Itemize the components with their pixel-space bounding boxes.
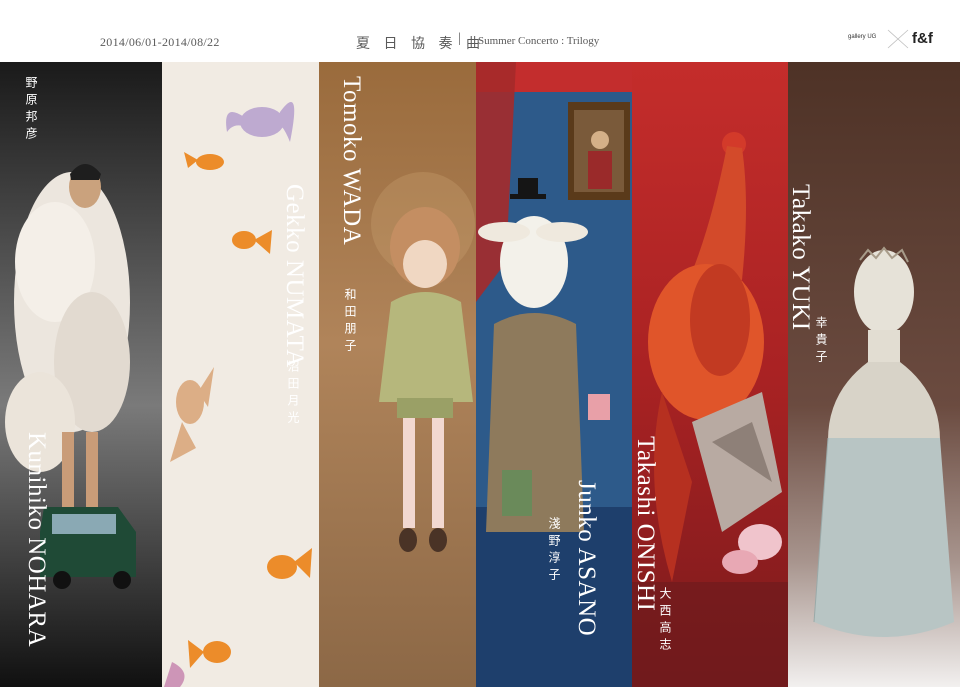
cross-divider-icon xyxy=(887,29,909,49)
fnf-logo: f&f xyxy=(912,30,933,47)
exhibition-dates: 2014/06/01-2014/08/22 xyxy=(100,35,220,49)
artist-panel-asano: Junko ASANO 淺野淳子 xyxy=(476,62,632,687)
artist-panel-yuki: Takako YUKI 幸貴子 xyxy=(788,62,960,687)
artist-panel-wada: Tomoko WADA 和田朋子 xyxy=(319,62,476,687)
goat-painting-image xyxy=(476,62,632,687)
title-separator: | xyxy=(458,31,461,46)
artist-name-jp: 淺野淳子 xyxy=(547,517,561,585)
ceramic-figure-image xyxy=(788,62,960,687)
artist-name-en: Junko ASANO xyxy=(573,480,600,637)
exhibition-title-jp: 夏 日 協 奏 曲 xyxy=(356,37,485,52)
artist-name-en: Tomoko WADA xyxy=(338,76,365,246)
gallery-logo: gallery UG xyxy=(848,34,877,40)
artist-name-en: Gekko NUMATA xyxy=(281,184,308,368)
artist-panels: 野原邦彦 Kunihiko NOHARA Gekko NUMATA 沼田月光 T… xyxy=(0,62,960,687)
artist-panel-nohara: 野原邦彦 Kunihiko NOHARA xyxy=(0,62,162,687)
artist-name-en: Kunihiko NOHARA xyxy=(23,432,50,648)
header-bar: 2014/06/01-2014/08/22 夏 日 協 奏 曲 | Summer… xyxy=(0,0,960,62)
artist-name-jp: 和田朋子 xyxy=(343,288,357,356)
exhibition-title-en: Summer Concerto : Trilogy xyxy=(478,35,600,47)
artist-panel-numata: Gekko NUMATA 沼田月光 xyxy=(162,62,319,687)
artist-name-jp: 幸貴子 xyxy=(814,316,828,367)
artist-name-en: Takashi ONISHI xyxy=(632,436,659,612)
artist-name-jp: 沼田月光 xyxy=(286,360,300,428)
artist-name-jp: 野原邦彦 xyxy=(24,76,38,144)
artist-panel-onishi: Takashi ONISHI 大西高志 xyxy=(632,62,788,687)
artist-name-en: Takako YUKI xyxy=(788,184,814,331)
artist-name-jp: 大西高志 xyxy=(658,587,672,655)
